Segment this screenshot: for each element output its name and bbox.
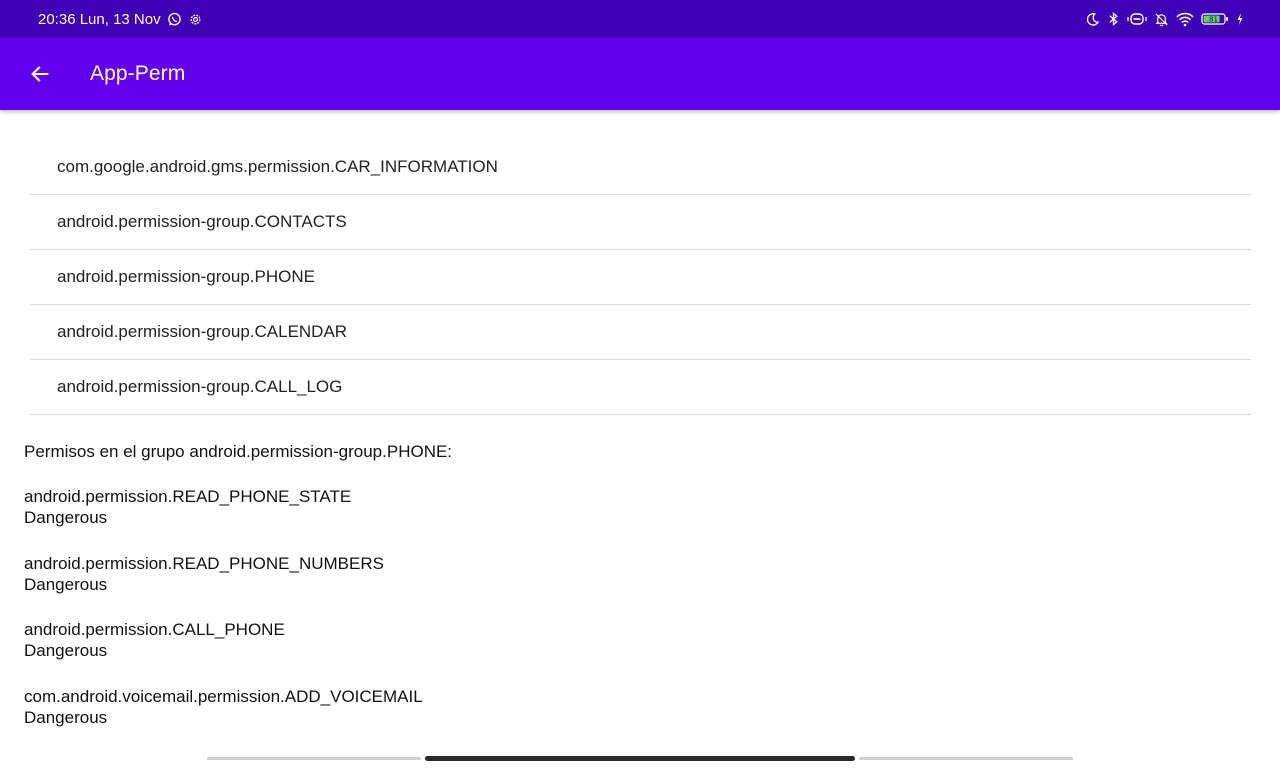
list-item-label: android.permission-group.CALENDAR [57, 322, 348, 341]
status-bar-right: 81 [1085, 0, 1244, 38]
battery-icon: 81 [1201, 12, 1229, 26]
list-item-call-log[interactable]: android.permission-group.CALL_LOG [30, 360, 1251, 415]
nav-track-right [859, 757, 1073, 760]
back-button[interactable] [20, 54, 60, 94]
details-heading: Permisos en el grupo android.permission-… [24, 442, 453, 461]
wifi-icon [1176, 12, 1194, 27]
nav-track-left [207, 757, 421, 760]
arrow-back-icon [31, 66, 49, 82]
vibrate-icon [1127, 12, 1147, 26]
permission-name: android.permission.READ_PHONE_NUMBERS [24, 553, 384, 573]
app-title: App-Perm [90, 62, 186, 85]
permission-entry: android.permission.READ_PHONE_STATE Dang… [24, 486, 1254, 528]
status-bar-left: 20:36 Lun, 13 Nov [38, 0, 203, 38]
gesture-navigation-bar [207, 756, 1073, 762]
list-item-label: com.google.android.gms.permission.CAR_IN… [57, 157, 498, 176]
status-time-date: 20:36 Lun, 13 Nov [38, 10, 161, 28]
protection-level: Dangerous [24, 574, 108, 594]
charging-icon [1236, 12, 1244, 26]
list-item-label: android.permission-group.PHONE [57, 267, 315, 286]
permission-entry: android.permission.CALL_PHONE Dangerous [24, 619, 1254, 661]
permission-entry: com.android.voicemail.permission.ADD_VOI… [24, 686, 1254, 727]
permission-name: android.permission.READ_PHONE_STATE [24, 487, 352, 506]
protection-level: Dangerous [24, 508, 108, 527]
battery-level-text: 81 [1209, 16, 1218, 24]
list-item-label: android.permission-group.CONTACTS [57, 212, 347, 231]
permission-name: android.permission.CALL_PHONE [24, 620, 285, 640]
list-item-calendar[interactable]: android.permission-group.CALENDAR [30, 305, 1251, 360]
whatsapp-icon [167, 12, 182, 27]
home-gesture-handle[interactable] [425, 756, 855, 761]
permission-entry: android.permission.READ_PHONE_NUMBERS Da… [24, 553, 1254, 595]
permission-group-list: com.google.android.gms.permission.CAR_IN… [30, 140, 1251, 415]
bluetooth-icon [1107, 11, 1120, 27]
status-bar: 20:36 Lun, 13 Nov 81 [0, 0, 1280, 38]
notifications-off-icon [1154, 12, 1169, 27]
protection-level: Dangerous [24, 707, 108, 727]
list-item-phone[interactable]: android.permission-group.PHONE [30, 250, 1251, 305]
moon-icon [1085, 12, 1100, 27]
permission-details: Permisos en el grupo android.permission-… [24, 441, 1254, 727]
list-item-car-information[interactable]: com.google.android.gms.permission.CAR_IN… [30, 140, 1251, 195]
list-item-label: android.permission-group.CALL_LOG [57, 377, 343, 396]
list-item-contacts[interactable]: android.permission-group.CONTACTS [30, 195, 1251, 250]
settings-gear-icon [188, 12, 203, 27]
protection-level: Dangerous [24, 641, 108, 661]
app-bar: App-Perm [0, 38, 1280, 110]
permission-name: com.android.voicemail.permission.ADD_VOI… [24, 686, 423, 706]
